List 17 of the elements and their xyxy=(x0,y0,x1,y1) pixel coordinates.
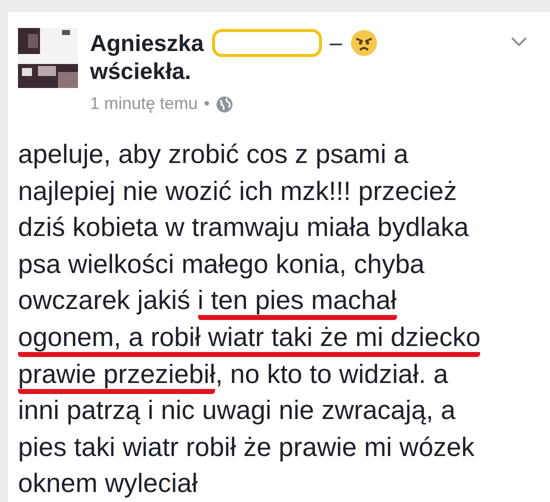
angry-emoji-icon xyxy=(350,29,378,57)
author-name[interactable]: Agnieszka xyxy=(90,30,204,56)
post-text-line: oknem wyleciał xyxy=(18,467,199,500)
feeling-dash: – xyxy=(330,30,342,56)
post-text-line: psa wielkości małego konia, chyba xyxy=(18,248,426,281)
post-text-line: najlepiej nie wozić ich mzk!!! przecież xyxy=(18,174,458,208)
post-text-line: inni patrzą i nic uwagi nie zwracają, a xyxy=(18,394,456,428)
feeling-text: wściekła. xyxy=(90,58,192,86)
post-text-line: ogonem, a robił wiatr taki że mi dziecko xyxy=(18,318,550,356)
post-text-line: prawie przeziebił, no kto to widział. a xyxy=(18,356,550,392)
post-text-line: pies taki wiatr robił że prawie mi wózek xyxy=(18,430,476,464)
globe-icon xyxy=(216,96,233,112)
separator-dot: • xyxy=(204,94,210,114)
post-text-line: dziś kobieta w tramwaju miała bydlaka xyxy=(18,211,470,244)
chevron-down-icon[interactable] xyxy=(510,36,528,48)
post-text-line: owczarek jakiś i ten pies machał xyxy=(18,282,550,319)
post-text-line: apeluje, aby zrobić cos z psami a xyxy=(18,138,410,171)
